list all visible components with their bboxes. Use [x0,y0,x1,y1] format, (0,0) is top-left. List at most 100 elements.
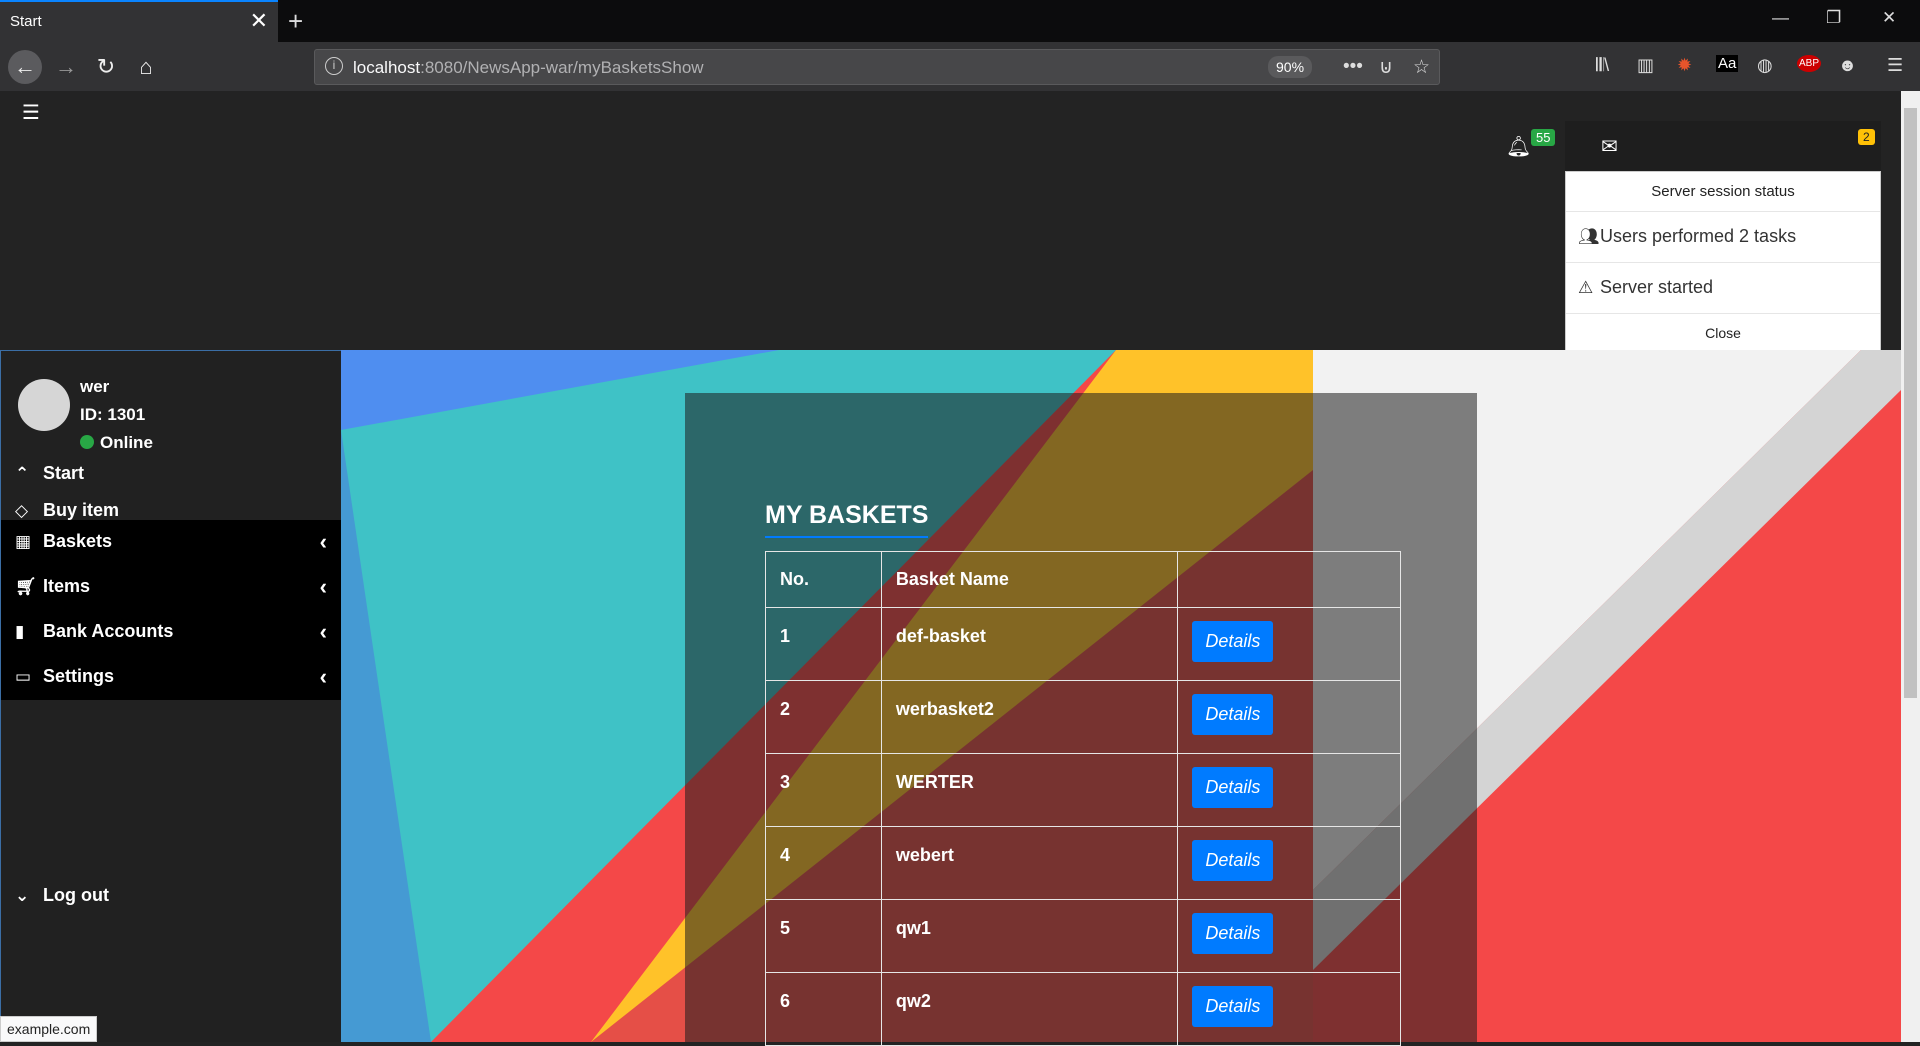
pocket-icon[interactable]: ⊍ [1379,56,1393,79]
status-bar-url: example.com [0,1016,98,1042]
reload-icon[interactable]: ↻ [89,50,123,84]
chevron-down-icon: ⌄ [15,886,30,905]
sidebar-item-label: Settings [43,666,115,686]
session-status-dropdown: Server session status 👥︎Users performed … [1565,171,1881,352]
table-row: 4 webert Details [765,826,1401,900]
basket-no: 3 [765,753,882,827]
menu-icon[interactable]: ☰ [1887,55,1903,76]
restore-icon[interactable]: ❐ [1826,8,1841,28]
dropdown-item-label: Server started [1600,277,1714,297]
web-page: ☰ 🔔︎ 55 ✉ 2 Server session status 👥︎User… [0,91,1901,1046]
new-tab-button[interactable]: + [288,6,303,37]
basket-name: WERTER [880,753,1179,827]
url-path: :8080/NewsApp-war/myBasketsShow [420,58,704,77]
baskets-table: No. Basket Name 1 def-basket Details 2 werb… [765,551,1401,1046]
table-header-row: No. Basket Name [765,551,1401,608]
chevron-left-icon: ‹ [319,574,327,599]
basket-no: 1 [765,607,882,681]
chevron-left-icon: ‹ [319,619,327,644]
window-close-icon[interactable]: ✕ [1882,8,1896,28]
basket-actions: Details [1177,899,1401,973]
online-dot-icon [80,435,94,449]
basket-no: 4 [765,826,882,900]
sidebar-item-baskets[interactable]: ▦ Baskets ‹ [1,520,341,565]
table-row: 6 qw2 Details [765,972,1401,1046]
minimize-icon[interactable]: — [1772,8,1789,28]
details-button[interactable]: Details [1192,621,1274,662]
tab-close-icon[interactable]: ✕ [250,10,268,32]
browser-tab-bar: Start ✕ + — ❐ ✕ [0,0,1920,42]
column-header: No. [765,551,882,608]
warning-icon: ⚠ [1578,278,1594,297]
bell-icon[interactable]: 🔔︎ [1506,134,1531,159]
zoom-indicator[interactable]: 90% [1268,56,1313,78]
hamburger-menu-icon[interactable]: ☰ [22,100,40,125]
url-text[interactable]: localhost:8080/NewsApp-war/myBasketsShow [353,58,704,78]
basket-no: 2 [765,680,882,754]
page-actions-icon[interactable]: ••• [1343,56,1363,78]
basket-name: qw1 [880,899,1179,973]
home-icon[interactable]: ⌂ [129,50,163,84]
globe-icon[interactable]: ◍ [1757,55,1773,76]
user-name: wer [80,377,110,396]
users-icon: 👥︎ [1578,227,1600,246]
forward-button[interactable]: → [49,50,83,84]
cart-icon: 🛒︎ [15,577,37,596]
library-icon[interactable]: 𝄃𝄃\ [1596,55,1609,76]
page-scrollbar[interactable] [1901,91,1920,1042]
sidebar: wer ID: 1301 Online ⌃ Start ◇ Buy item ▦ Ba… [0,350,341,1042]
basket-actions: Details [1177,753,1401,827]
avatar [18,379,70,431]
sidebar-item-label: Items [43,576,91,596]
bar-chart-icon: ▮ [15,622,25,641]
basket-actions: Details [1177,607,1401,681]
sidebar-item-items[interactable]: 🛒︎ Items ‹ [1,565,341,610]
dropdown-item-server[interactable]: ⚠ Server started [1566,263,1880,314]
details-button[interactable]: Details [1192,986,1274,1027]
details-button[interactable]: Details [1192,767,1274,808]
sidebar-item-log-out[interactable]: ⌄ Log out [1,874,341,919]
diamond-icon: ◇ [15,501,29,520]
dropdown-item-label: Users performed 2 tasks [1600,226,1797,246]
basket-name: qw2 [880,972,1179,1046]
account-icon[interactable]: ☻ [1838,55,1857,76]
browser-tab[interactable]: Start ✕ [0,0,278,42]
envelope-icon[interactable]: ✉ [1601,134,1618,159]
sidebar-toggle-icon[interactable]: ▥ [1637,55,1654,76]
dropdown-close-link[interactable]: Close [1566,314,1880,352]
table-row: 5 qw1 Details [765,899,1401,973]
dropdown-item-tasks[interactable]: 👥︎Users performed 2 tasks [1566,212,1880,263]
chevron-up-icon: ⌃ [15,464,30,483]
user-status-label: Online [100,433,153,452]
grid-icon: ▦ [15,532,32,551]
basket-actions: Details [1177,826,1401,900]
details-button[interactable]: Details [1192,913,1274,954]
basket-name: def-basket [880,607,1179,681]
basket-name: webert [880,826,1179,900]
tab-title: Start [10,13,42,30]
column-header [1177,551,1401,608]
extension-icon[interactable]: ✹ [1677,55,1692,76]
mail-nav-item[interactable]: ✉ [1565,121,1881,171]
details-button[interactable]: Details [1192,840,1274,881]
site-info-icon[interactable]: i [325,57,343,75]
sidebar-item-bank-accounts[interactable]: ▮ Bank Accounts ‹ [1,610,341,655]
scrollbar-thumb[interactable] [1904,108,1917,698]
basket-actions: Details [1177,680,1401,754]
url-bar[interactable]: i localhost:8080/NewsApp-war/myBasketsSh… [314,49,1440,85]
mail-count-badge: 2 [1858,129,1875,145]
adblock-icon[interactable]: ABP [1797,55,1822,72]
bookmark-star-icon[interactable]: ☆ [1413,56,1430,79]
dropdown-header: Server session status [1566,172,1880,212]
sidebar-item-settings[interactable]: ▭ Settings ‹ [1,655,341,700]
sidebar-item-label: Log out [43,885,109,905]
notification-count-badge: 55 [1531,129,1556,146]
page-title: MY BASKETS [765,501,929,538]
reader-font-icon[interactable]: Aa [1716,55,1739,72]
back-button[interactable]: ← [8,50,42,84]
baskets-card: MY BASKETS No. Basket Name 1 def-basket De… [685,393,1477,1046]
details-button[interactable]: Details [1192,694,1274,735]
basket-no: 5 [765,899,882,973]
table-row: 3 WERTER Details [765,753,1401,827]
sidebar-item-label: Bank Accounts [43,621,174,641]
